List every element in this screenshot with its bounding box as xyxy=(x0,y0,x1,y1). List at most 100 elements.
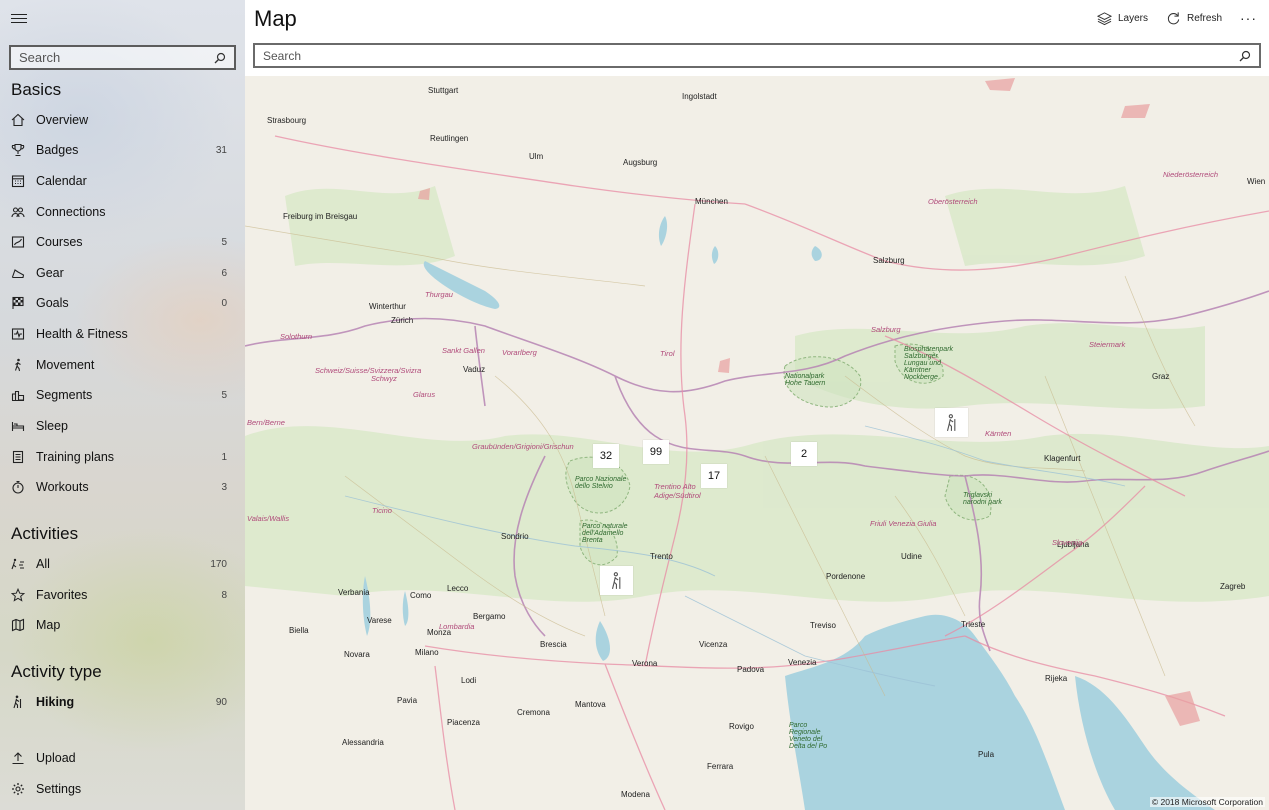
map-label-region: Ticino xyxy=(372,506,392,515)
checkered-flag-icon xyxy=(11,296,25,310)
sidebar-item-settings[interactable]: Settings xyxy=(0,774,245,804)
map-label-park: Parco Nazionale dello Stelvio xyxy=(575,476,627,490)
sidebar-item-badges[interactable]: Badges 31 xyxy=(0,135,245,165)
sidebar-item-goals[interactable]: Goals 0 xyxy=(0,288,245,318)
map-cluster-marker[interactable]: 17 xyxy=(701,464,727,488)
map-label-region: Vorarlberg xyxy=(502,348,537,357)
map-hiking-marker[interactable] xyxy=(600,566,633,595)
map-label-city: Brescia xyxy=(540,640,567,649)
map-label-city: Klagenfurt xyxy=(1044,454,1081,463)
sidebar-item-count: 3 xyxy=(221,481,227,493)
map-label-park: Biosphärenpark Salzburger Lungau und Kär… xyxy=(904,346,954,381)
map-label-city: München xyxy=(695,197,728,206)
map-label-region: Tirol xyxy=(660,349,675,358)
map-course-icon xyxy=(11,235,25,249)
sidebar: Search Basics Overview Badges 31 Calenda… xyxy=(0,0,245,810)
map-label-city: Freiburg im Breisgau xyxy=(283,212,358,221)
refresh-label: Refresh xyxy=(1186,12,1222,24)
map-label-region: Graubünden/Grigioni/Grischun xyxy=(472,442,574,451)
bed-icon xyxy=(11,419,25,433)
hiking-icon xyxy=(11,695,25,709)
sidebar-item-favorites[interactable]: Favorites 8 xyxy=(0,580,245,610)
more-options-button[interactable]: ··· xyxy=(1240,10,1257,26)
sidebar-item-sleep[interactable]: Sleep xyxy=(0,411,245,441)
trophy-icon xyxy=(11,143,25,157)
map-label-region: Niederösterreich xyxy=(1163,170,1219,179)
sidebar-item-label: Sleep xyxy=(36,419,68,433)
layers-button[interactable]: Layers xyxy=(1096,11,1148,26)
sidebar-item-label: All xyxy=(36,557,50,571)
map-label-region: Bern/Berne xyxy=(247,418,285,427)
map-cluster-marker[interactable]: 32 xyxy=(593,444,619,468)
stopwatch-icon xyxy=(11,480,25,494)
map-label-city: Udine xyxy=(901,552,922,561)
map-label-city: Pula xyxy=(978,750,995,759)
map-label-city: Lecco xyxy=(447,584,469,593)
sidebar-item-map[interactable]: Map xyxy=(0,610,245,640)
map-label-city: Novara xyxy=(344,650,370,659)
sidebar-item-label: Calendar xyxy=(36,174,87,188)
map-label-city: Winterthur xyxy=(369,302,406,311)
map-label-city: Salzburg xyxy=(873,256,905,265)
sidebar-item-connections[interactable]: Connections xyxy=(0,197,245,227)
sidebar-item-movement[interactable]: Movement xyxy=(0,350,245,380)
sidebar-item-calendar[interactable]: Calendar xyxy=(0,166,245,196)
sidebar-item-segments[interactable]: Segments 5 xyxy=(0,380,245,410)
map-label-city: Graz xyxy=(1152,372,1170,381)
sidebar-item-courses[interactable]: Courses 5 xyxy=(0,227,245,257)
search-icon[interactable] xyxy=(1239,50,1251,62)
sidebar-item-hiking[interactable]: Hiking 90 xyxy=(0,687,245,717)
map-label-city: Padova xyxy=(737,665,765,674)
refresh-button[interactable]: Refresh xyxy=(1166,11,1222,26)
command-bar: Layers Refresh ··· xyxy=(1096,10,1257,26)
map-label-region: Schwyz xyxy=(371,374,397,383)
map-label-region: Glarus xyxy=(413,390,436,399)
sidebar-item-label: Workouts xyxy=(36,480,89,494)
sidebar-item-label: Badges xyxy=(36,143,79,157)
shoe-icon xyxy=(11,266,25,280)
refresh-icon xyxy=(1167,11,1180,24)
map-label-city: Trento xyxy=(650,552,673,561)
sidebar-item-label: Segments xyxy=(36,388,93,402)
sidebar-item-label: Training plans xyxy=(36,450,115,464)
map-label-city: Trieste xyxy=(961,620,986,629)
map-copyright: © 2018 Microsoft Corporation xyxy=(1149,797,1265,807)
sidebar-item-count: 5 xyxy=(221,389,227,401)
map-label-city: Biella xyxy=(289,626,309,635)
sidebar-search-placeholder: Search xyxy=(19,50,61,65)
sidebar-item-health-fitness[interactable]: Health & Fitness xyxy=(0,319,245,349)
map-label-city: Pavia xyxy=(397,696,418,705)
map-cluster-marker[interactable]: 99 xyxy=(643,440,669,464)
map-label-region: Oberösterreich xyxy=(928,197,978,206)
map-label-region: Kärnten xyxy=(985,429,1012,438)
map-hiking-marker[interactable] xyxy=(935,408,968,437)
hiking-icon xyxy=(946,413,955,431)
layers-icon xyxy=(1096,11,1112,25)
sidebar-item-count: 31 xyxy=(215,144,227,156)
hamburger-menu-icon[interactable] xyxy=(11,11,27,25)
map-label-park: Nationalpark Hohe Tauern xyxy=(785,373,826,387)
sidebar-item-upload[interactable]: Upload xyxy=(0,743,245,773)
map-label-city: Vicenza xyxy=(699,640,728,649)
map-label-city: Strasbourg xyxy=(267,116,307,125)
section-title-activities: Activities xyxy=(11,524,79,543)
map-label-city: Cremona xyxy=(517,708,550,717)
map-label-city: Bergamo xyxy=(473,612,506,621)
search-icon[interactable] xyxy=(214,52,226,64)
sidebar-item-count: 170 xyxy=(210,558,227,570)
sidebar-item-count: 6 xyxy=(221,267,227,279)
map-cluster-marker[interactable]: 2 xyxy=(791,442,817,466)
home-icon xyxy=(11,113,25,127)
sidebar-item-gear[interactable]: Gear 6 xyxy=(0,258,245,288)
sidebar-item-overview[interactable]: Overview xyxy=(0,105,245,135)
map-search-input[interactable]: Search xyxy=(253,43,1261,68)
map-label-city: Zagreb xyxy=(1220,582,1246,591)
map-label-city: Zürich xyxy=(391,316,414,325)
sidebar-item-training-plans[interactable]: Training plans 1 xyxy=(0,442,245,472)
sidebar-item-all[interactable]: All 170 xyxy=(0,549,245,579)
map-label-city: Reutlingen xyxy=(430,134,469,143)
segments-icon xyxy=(11,388,25,402)
sidebar-search-input[interactable]: Search xyxy=(9,45,236,70)
sidebar-item-workouts[interactable]: Workouts 3 xyxy=(0,472,245,502)
map-canvas[interactable]: Stuttgart Strasbourg Ingolstadt Augsburg… xyxy=(245,76,1269,810)
